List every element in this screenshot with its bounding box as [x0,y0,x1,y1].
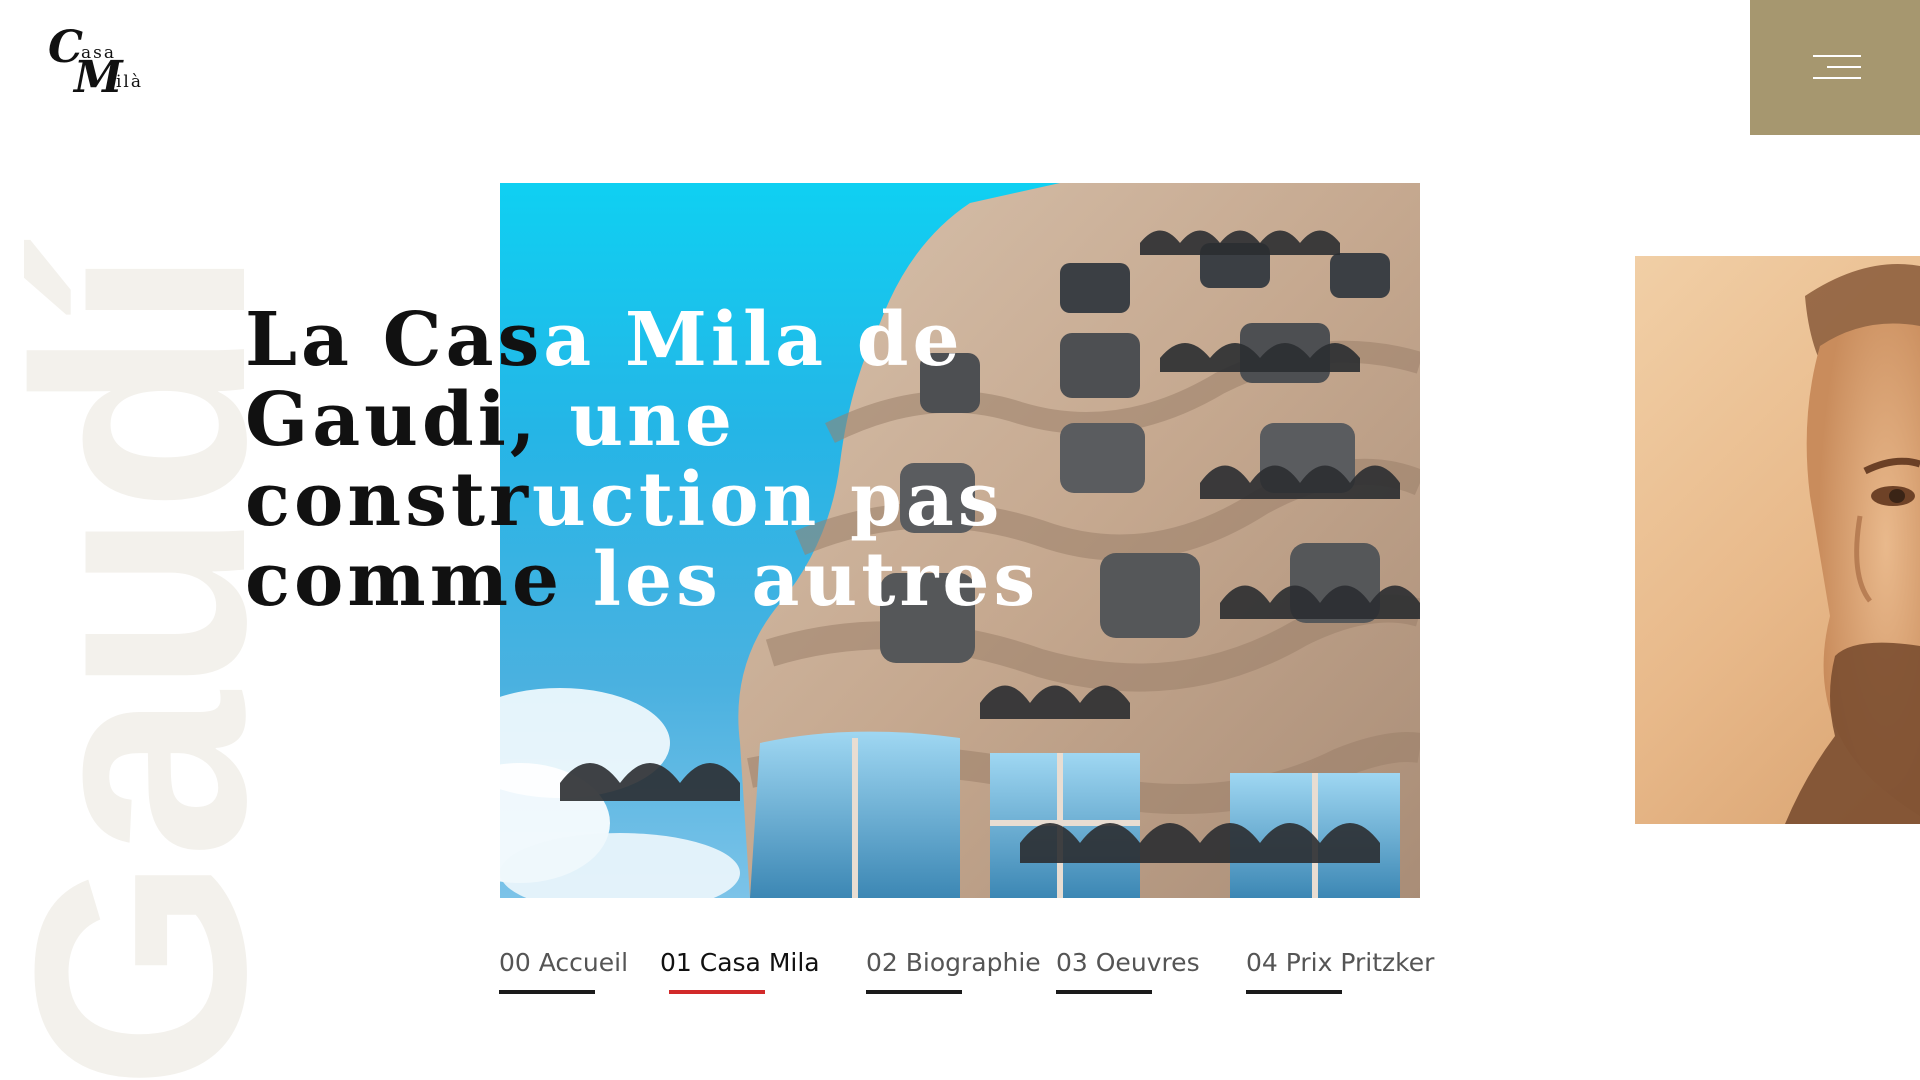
headline-line-1-dark: La Cas [245,297,544,383]
headline-line-1: La Casa Mila de [245,300,1025,380]
headline-line-2-dark: Gaudi, [245,377,540,463]
headline-line-3: construction pas [245,460,1025,540]
headline-line-4: comme les autres [245,537,1035,623]
nav-item-accueil[interactable]: 00 Accueil [499,948,629,994]
nav-item-casa-mila[interactable]: 01 Casa Mila [660,948,820,994]
gaudi-portrait-image [1635,256,1920,824]
nav-item-prix-pritzker[interactable]: 04 Prix Pritzker [1246,948,1435,994]
nav-item-label: 04 Prix Pritzker [1246,948,1435,977]
nav-underline [499,990,595,994]
headline-line-4-light: les autres [563,537,1040,623]
menu-button[interactable] [1750,0,1920,135]
nav-underline [866,990,962,994]
nav-item-biographie[interactable]: 02 Biographie [866,948,1041,994]
hamburger-menu-icon [1809,55,1861,81]
headline-line-3-dark: constr [245,457,533,543]
nav-active-underline [669,990,765,994]
section-nav: 00 Accueil 01 Casa Mila 02 Biographie 03… [0,948,1920,1008]
headline-line-1-light: a Mila de [543,297,964,383]
hero-headline: La Casa Mila de Gaudi, une construction … [245,300,1035,623]
headline-line-2: Gaudi, une [245,380,1025,460]
nav-item-label: 01 Casa Mila [660,948,820,977]
headline-line-4-dark: comme [245,537,564,623]
casa-mila-logo[interactable]: C asa M ilà [48,26,148,106]
logo-text-ila: ilà [116,72,144,92]
nav-item-label: 00 Accueil [499,948,629,977]
nav-item-oeuvres[interactable]: 03 Oeuvres [1056,948,1200,994]
headline-line-3-light: uction pas [532,457,1004,543]
nav-item-label: 02 Biographie [866,948,1041,977]
nav-item-label: 03 Oeuvres [1056,948,1200,977]
headline-line-2-light: une [539,377,737,463]
nav-underline [1246,990,1342,994]
nav-underline [1056,990,1152,994]
